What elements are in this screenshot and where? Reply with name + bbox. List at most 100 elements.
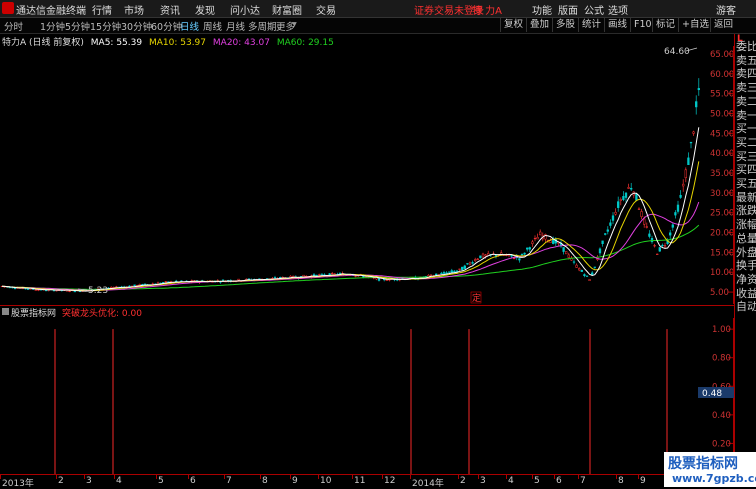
- tab-weekly[interactable]: 周线: [203, 19, 222, 33]
- menu-item-options[interactable]: 选项: [608, 2, 628, 17]
- chevron-down-icon[interactable]: ▾: [292, 19, 297, 30]
- candle-body: [645, 226, 648, 228]
- stats-button[interactable]: 统计: [578, 18, 604, 32]
- multi-stock-button[interactable]: 多股: [552, 18, 578, 32]
- sidebar-item[interactable]: 自动: [736, 298, 756, 314]
- indicator-header: 股票指标网 突破龙头优化: 0.00: [0, 305, 734, 319]
- menu-item-discover[interactable]: 发现: [195, 2, 215, 17]
- x-axis-label: 11: [354, 476, 366, 486]
- x-axis-label: 2014年: [412, 479, 444, 489]
- x-axis-tick: [478, 475, 479, 479]
- add-watchlist-button[interactable]: +自选: [678, 18, 712, 32]
- adjust-button[interactable]: 复权: [500, 18, 526, 32]
- tab-30min[interactable]: 30分钟: [121, 19, 152, 33]
- x-axis-label: 6: [190, 476, 196, 486]
- x-axis-tick: [638, 475, 639, 479]
- kline-chart[interactable]: 65.00 60.00 55.00 50.00 45.00 40.00 35.00 30.00…: [0, 46, 734, 304]
- candle-body: [536, 237, 539, 240]
- candle-body: [466, 263, 469, 265]
- menu-item-function[interactable]: 功能: [532, 2, 552, 17]
- menu-item-quotes[interactable]: 行情: [92, 2, 112, 17]
- x-axis-label: 9: [640, 476, 646, 486]
- menu-item-formula[interactable]: 公式: [584, 2, 604, 17]
- candle-body: [479, 255, 482, 259]
- candle-body: [572, 261, 576, 263]
- tab-1min[interactable]: 1分钟: [40, 19, 65, 33]
- candle-body: [526, 247, 529, 250]
- price-tick-label: 15.00: [710, 248, 734, 258]
- candle-body: [604, 233, 607, 235]
- indicator-icon[interactable]: [2, 308, 9, 315]
- price-tick-label: 60.00: [710, 70, 734, 80]
- quote-sidebar: L 委比 卖五 卖四 卖三 卖二 卖一 买一 买二 买三 买四 买五 最新 涨跌 涨幅 总量 外盘 换手 净资 收益…: [734, 34, 756, 487]
- high-price-label: 64.60: [664, 47, 690, 57]
- x-axis-tick: [410, 475, 411, 479]
- watermark-title: 股票指标网: [668, 456, 738, 472]
- price-tick-label: 45.00: [710, 129, 734, 139]
- guest-label[interactable]: 游客: [716, 2, 736, 17]
- x-axis-tick: [114, 475, 115, 479]
- stock-title: 特 力A: [472, 6, 503, 17]
- tab-timeshare[interactable]: 分时: [4, 19, 23, 33]
- menu-item-xiaoda[interactable]: 问小达: [230, 2, 260, 17]
- app-title: 通达信金融终端: [16, 6, 86, 17]
- candle-body: [601, 240, 604, 244]
- candle-body: [617, 201, 620, 208]
- price-tick-label: 10.00: [710, 268, 734, 278]
- x-axis-label: 5: [534, 476, 540, 486]
- menu-item-layout[interactable]: 版面: [558, 2, 578, 17]
- x-axis-tick: [532, 475, 533, 479]
- tab-5min[interactable]: 5分钟: [65, 19, 90, 33]
- back-button[interactable]: 返回: [710, 18, 736, 32]
- candle-body: [676, 204, 680, 212]
- candle-body: [320, 273, 323, 275]
- price-tick-label: 35.00: [710, 169, 734, 179]
- candle-body: [684, 169, 687, 179]
- candle-body: [562, 247, 565, 252]
- x-axis-label: 4: [508, 476, 514, 486]
- candle-body: [658, 247, 661, 252]
- candle-body: [606, 229, 609, 232]
- tab-15min[interactable]: 15分钟: [90, 19, 121, 33]
- menu-item-news[interactable]: 资讯: [160, 2, 180, 17]
- event-marker[interactable]: 定: [472, 292, 481, 304]
- tab-monthly[interactable]: 月线: [226, 19, 245, 33]
- candle-body: [533, 238, 537, 240]
- indicator-tick-label: 0.80: [712, 354, 731, 364]
- x-axis-tick: [382, 475, 383, 479]
- candle-body: [354, 275, 357, 277]
- x-axis-tick: [352, 475, 353, 479]
- tab-multi-period[interactable]: 多周期: [248, 19, 277, 33]
- tab-daily[interactable]: 日线: [180, 19, 199, 33]
- candle-body: [461, 266, 464, 271]
- candle-body: [463, 265, 466, 269]
- menu-bar: 通达信金融终端 行情 市场 资讯 发现 问小达 财富圈 交易 证券交易未登录 特…: [0, 0, 756, 18]
- menu-item-trade[interactable]: 交易: [316, 2, 336, 17]
- x-axis-tick: [260, 475, 261, 479]
- x-axis-label: 5: [158, 476, 164, 486]
- indicator-chart[interactable]: 1.000.800.600.400.20 0.48: [0, 318, 734, 474]
- candle-body: [598, 248, 602, 254]
- price-tick-label: 65.00: [710, 50, 734, 60]
- candle-body: [442, 272, 446, 274]
- candle-body: [450, 270, 453, 273]
- mark-button[interactable]: 标记: [652, 18, 678, 32]
- candle-body: [221, 279, 225, 281]
- x-axis-label: 4: [116, 476, 122, 486]
- price-tick-label: 5.00: [710, 288, 729, 298]
- x-axis-tick: [506, 475, 507, 479]
- overlay-button[interactable]: 叠加: [526, 18, 552, 32]
- candle-body: [565, 251, 568, 255]
- candle-body: [513, 258, 516, 260]
- x-axis-tick: [616, 475, 617, 479]
- candle-body: [583, 274, 586, 276]
- f10-button[interactable]: F10: [630, 18, 655, 32]
- date-axis: 2013年 2 3 4 5 6 7 8 9 10 11 12 2014年 2 3 4 5 6 7 8 9: [0, 474, 734, 489]
- candle-body: [531, 241, 534, 244]
- period-toolbar: 分时 1分钟 5分钟 15分钟 30分钟 60分钟 日线 周线 月线 多周期 更…: [0, 18, 756, 34]
- draw-line-button[interactable]: 画线: [604, 18, 630, 32]
- menu-item-market[interactable]: 市场: [124, 2, 144, 17]
- menu-item-wealth[interactable]: 财富圈: [272, 2, 302, 17]
- tab-60min[interactable]: 60分钟: [151, 19, 182, 33]
- candle-body: [162, 282, 165, 284]
